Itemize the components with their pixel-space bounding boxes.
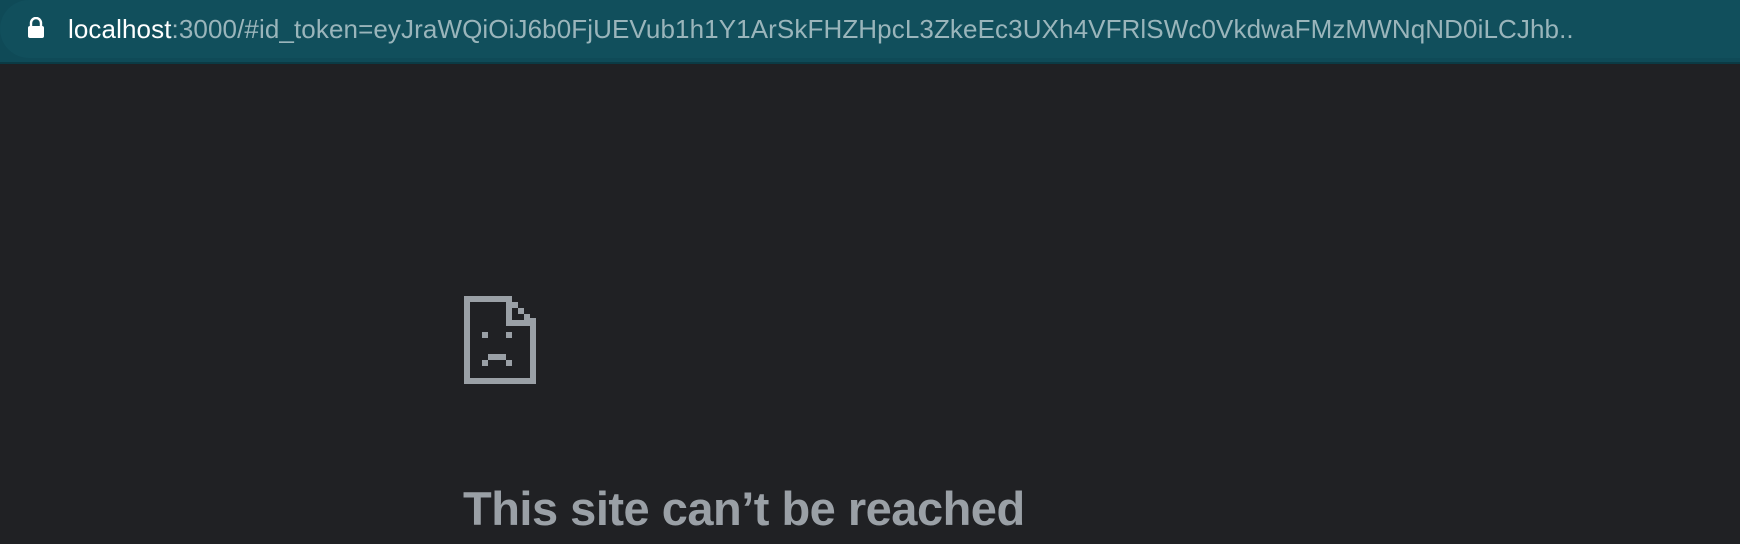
url-host: localhost	[68, 14, 172, 44]
error-page: This site can’t be reached	[0, 64, 1740, 544]
url-text[interactable]: localhost:3000/#id_token=eyJraWQiOiJ6b0F…	[68, 12, 1740, 46]
sad-page-icon	[464, 296, 536, 384]
error-title: This site can’t be reached	[463, 482, 1025, 535]
omnibox[interactable]: localhost:3000/#id_token=eyJraWQiOiJ6b0F…	[0, 0, 1740, 58]
address-bar: localhost:3000/#id_token=eyJraWQiOiJ6b0F…	[0, 0, 1740, 64]
url-path: :3000/#id_token=eyJraWQiOiJ6b0FjUEVub1h1…	[171, 14, 1574, 44]
lock-icon[interactable]	[26, 16, 46, 39]
